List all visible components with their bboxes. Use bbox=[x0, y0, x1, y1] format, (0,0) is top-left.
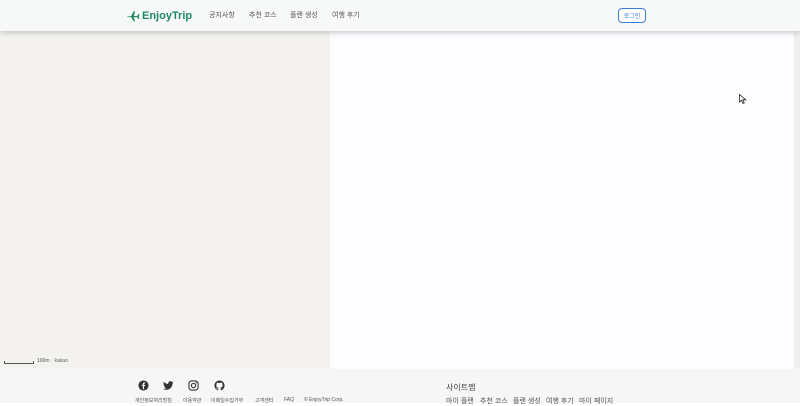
map-provider-logo: kakao bbox=[54, 358, 68, 364]
nav-recommended-course[interactable]: 추천 코스 bbox=[249, 10, 277, 20]
logo[interactable]: EnjoyTrip bbox=[126, 8, 192, 24]
sitemap-title: 사이트맵 bbox=[446, 383, 476, 392]
footer: 개인정보처리방침 이용약관 이메일수집거부 고객센터 FAQ © EnjoyTr… bbox=[0, 369, 800, 406]
scrollbar[interactable] bbox=[794, 31, 800, 369]
sitemap-link-my-page[interactable]: 마이 페이지 bbox=[579, 396, 613, 406]
twitter-icon[interactable] bbox=[163, 380, 174, 391]
sitemap-link-plan-create[interactable]: 플랜 생성 bbox=[513, 396, 541, 406]
nav-notice[interactable]: 공지사항 bbox=[209, 10, 235, 20]
nav-travel-review[interactable]: 여행 후기 bbox=[332, 10, 360, 20]
nav-plan-create[interactable]: 플랜 생성 bbox=[290, 10, 318, 20]
login-button[interactable]: 로그인 bbox=[618, 8, 646, 23]
airplane-icon bbox=[127, 11, 140, 22]
map-tile-mark bbox=[210, 139, 213, 140]
sitemap-link-travel-review[interactable]: 여행 후기 bbox=[546, 396, 574, 406]
instagram-icon[interactable] bbox=[188, 380, 199, 391]
sitemap-link-recommended-course[interactable]: 추천 코스 bbox=[480, 396, 508, 406]
copyright: © EnjoyTrip Corp. bbox=[304, 397, 344, 403]
github-icon[interactable] bbox=[214, 380, 225, 391]
mouse-cursor-icon bbox=[739, 94, 747, 104]
map-tile-mark bbox=[210, 349, 213, 350]
facebook-icon[interactable] bbox=[138, 380, 149, 391]
map-tile-mark bbox=[98, 139, 101, 140]
map-scale: 100m kakao bbox=[4, 359, 68, 364]
footer-link-faq[interactable]: FAQ bbox=[284, 397, 294, 403]
top-navbar: EnjoyTrip 공지사항 추천 코스 플랜 생성 여행 후기 로그인 bbox=[0, 0, 800, 31]
map-tile-mark bbox=[210, 246, 213, 247]
sitemap-link-my-plan[interactable]: 마이 플랜 bbox=[446, 396, 474, 406]
map-tile-mark bbox=[98, 246, 101, 247]
map-view[interactable]: 100m kakao bbox=[0, 31, 330, 369]
scale-text: 100m bbox=[37, 358, 50, 364]
logo-text: EnjoyTrip bbox=[142, 10, 193, 22]
side-panel bbox=[330, 31, 800, 369]
map-tile-mark bbox=[315, 349, 318, 350]
scale-bar bbox=[4, 361, 34, 364]
